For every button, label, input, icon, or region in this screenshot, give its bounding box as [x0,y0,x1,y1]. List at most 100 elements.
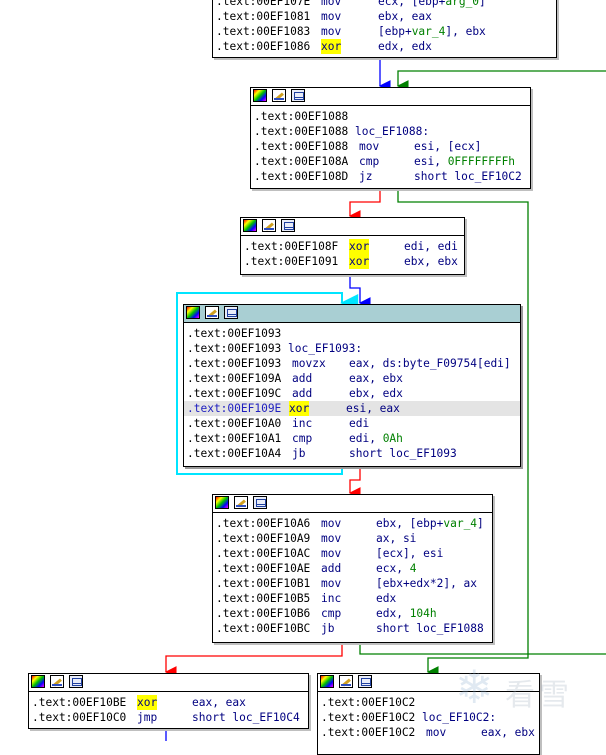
code-block[interactable]: .text:00EF10A6 mov ebx, [ebp+var_4] .text:0… [212,494,493,643]
operands[interactable]: eax, ebx [481,725,535,740]
asm-line[interactable]: .text:00EF10BC jb short loc_EF1088 [216,621,488,636]
asm-line[interactable]: .text:00EF10B5 inc edx [216,591,488,606]
asm-line[interactable]: .text:00EF1088 mov esi, [ecx] [254,139,526,154]
color-palette-icon[interactable] [243,219,257,232]
mnemonic[interactable]: jb [321,621,334,636]
code-block-loc_EF1093[interactable]: .text:00EF1093 .text:00EF1093 loc_EF1093:… [183,304,521,467]
pencil-icon[interactable] [262,219,276,232]
operands[interactable]: ecx, [ebp+arg_0] [378,0,486,9]
asm-line[interactable]: .text:00EF1083 mov [ebp+var_4], ebx [216,24,552,39]
color-palette-icon[interactable] [215,496,229,509]
edge-b1-b2[interactable] [348,187,381,222]
operands[interactable]: edi [349,416,369,431]
asm-line[interactable]: .text:00EF109E xor esi, eax [184,401,520,416]
mnemonic[interactable]: cmp [359,154,379,169]
code-block[interactable]: .text:00EF10BE xor eax, eax .text:00EF10C0 j… [28,673,309,729]
asm-line[interactable]: .text:00EF1093 [187,326,516,341]
operands[interactable]: ax, si [376,531,416,546]
pencil-icon[interactable] [272,89,286,102]
asm-line[interactable]: .text:00EF10AE add ecx, 4 [216,561,488,576]
operands[interactable]: ebx, [ebp+var_4] [376,516,484,531]
graph-icon[interactable] [253,496,267,509]
operands[interactable]: eax, ebx [349,371,403,386]
asm-line[interactable]: .text:00EF1088 [254,109,526,124]
asm-line[interactable]: .text:00EF10A9 mov ax, si [216,531,488,546]
operands[interactable]: edx, 104h [376,606,437,621]
graph-icon[interactable] [358,675,372,688]
operands[interactable]: [ecx], esi [376,546,443,561]
asm-line[interactable]: .text:00EF1093 loc_EF1093: [187,341,516,356]
edge-b2-b3[interactable] [349,273,371,309]
operands[interactable]: eax, ds:byte_F09754[edi] [349,356,511,371]
mnemonic[interactable]: jmp [137,710,157,725]
mnemonic[interactable]: add [292,386,312,401]
graph-icon[interactable] [281,219,295,232]
operands[interactable]: eax, eax [192,695,246,710]
pencil-icon[interactable] [50,675,64,688]
operands[interactable]: ebx, ebx [404,254,458,269]
asm-line[interactable]: .text:00EF10B6 cmp edx, 104h [216,606,488,621]
operands[interactable]: esi, [ecx] [414,139,481,154]
mnemonic[interactable]: mov [321,0,341,9]
operands[interactable]: short loc_EF1088 [376,621,484,636]
color-palette-icon[interactable] [253,89,267,102]
asm-line[interactable]: .text:00EF107E mov ecx, [ebp+arg_0] [216,0,552,9]
asm-line[interactable]: .text:00EF1093 movzx eax, ds:byte_F09754[e… [187,356,516,371]
mnemonic[interactable]: jb [292,446,305,461]
mnemonic[interactable]: cmp [292,431,312,446]
mnemonic[interactable]: mov [321,24,341,39]
asm-line[interactable]: .text:00EF1088 loc_EF1088: [254,124,526,139]
asm-line[interactable]: .text:00EF108A cmp esi, 0FFFFFFFFh [254,154,526,169]
code-label[interactable]: loc_EF1088: [348,125,429,138]
code-block[interactable]: .text:00EF107E mov ecx, [ebp+arg_0] .text:0… [212,0,557,58]
asm-line[interactable]: .text:00EF10B1 mov [ebx+edx*2], ax [216,576,488,591]
asm-line[interactable]: .text:00EF108F xor edi, edi [244,239,460,254]
color-palette-icon[interactable] [320,675,334,688]
graph-icon[interactable] [224,306,238,319]
pencil-icon[interactable] [234,496,248,509]
operands[interactable]: edi, edi [404,239,458,254]
asm-line[interactable]: .text:00EF109C add ebx, edx [187,386,516,401]
operands[interactable]: short loc_EF10C2 [414,169,522,184]
pencil-icon[interactable] [339,675,353,688]
mnemonic[interactable]: mov [321,531,341,546]
pencil-icon[interactable] [205,306,219,319]
code-label[interactable]: loc_EF1093: [281,342,362,355]
graph-icon[interactable] [291,89,305,102]
mnemonic[interactable]: mov [321,546,341,561]
color-palette-icon[interactable] [31,675,45,688]
operands[interactable]: ecx, 4 [376,561,416,576]
edge-b4-b5[interactable] [164,641,343,678]
asm-line[interactable]: .text:00EF109A add eax, ebx [187,371,516,386]
operands[interactable]: esi, eax [346,401,400,416]
mnemonic[interactable]: cmp [321,606,341,621]
asm-line[interactable]: .text:00EF10C0 jmp short loc_EF10C4 [32,710,304,725]
edge-b3-b4[interactable] [348,465,361,499]
mnemonic[interactable]: mov [321,9,341,24]
operands[interactable]: short loc_EF10C4 [192,710,300,725]
mnemonic[interactable]: inc [292,416,312,431]
operands[interactable]: ebx, edx [349,386,403,401]
asm-line[interactable]: .text:00EF10C2 mov eax, ebx [321,725,535,740]
mnemonic[interactable]: xor [349,239,370,254]
mnemonic[interactable]: movzx [292,356,326,371]
operands[interactable]: ebx, eax [378,9,432,24]
mnemonic[interactable]: add [292,371,312,386]
asm-line[interactable]: .text:00EF10BE xor eax, eax [32,695,304,710]
mnemonic[interactable]: xor [321,39,342,54]
mnemonic[interactable]: xor [349,254,370,269]
mnemonic[interactable]: mov [321,516,341,531]
operands[interactable]: esi, 0FFFFFFFFh [414,154,515,169]
code-block[interactable]: .text:00EF108F xor edi, edi .text:00EF1091 x… [240,217,465,275]
asm-line[interactable]: .text:00EF1091 xor ebx, ebx [244,254,460,269]
asm-line[interactable]: .text:00EF10AC mov [ecx], esi [216,546,488,561]
mnemonic[interactable]: xor [137,695,158,710]
operands[interactable]: edx, edx [378,39,432,54]
operands[interactable]: [ebp+var_4], ebx [378,24,486,39]
asm-line[interactable]: .text:00EF10A1 cmp edi, 0Ah [187,431,516,446]
mnemonic[interactable]: inc [321,591,341,606]
operands[interactable]: [ebx+edx*2], ax [376,576,477,591]
mnemonic[interactable]: add [321,561,341,576]
mnemonic[interactable]: mov [321,576,341,591]
asm-line[interactable]: .text:00EF1081 mov ebx, eax [216,9,552,24]
